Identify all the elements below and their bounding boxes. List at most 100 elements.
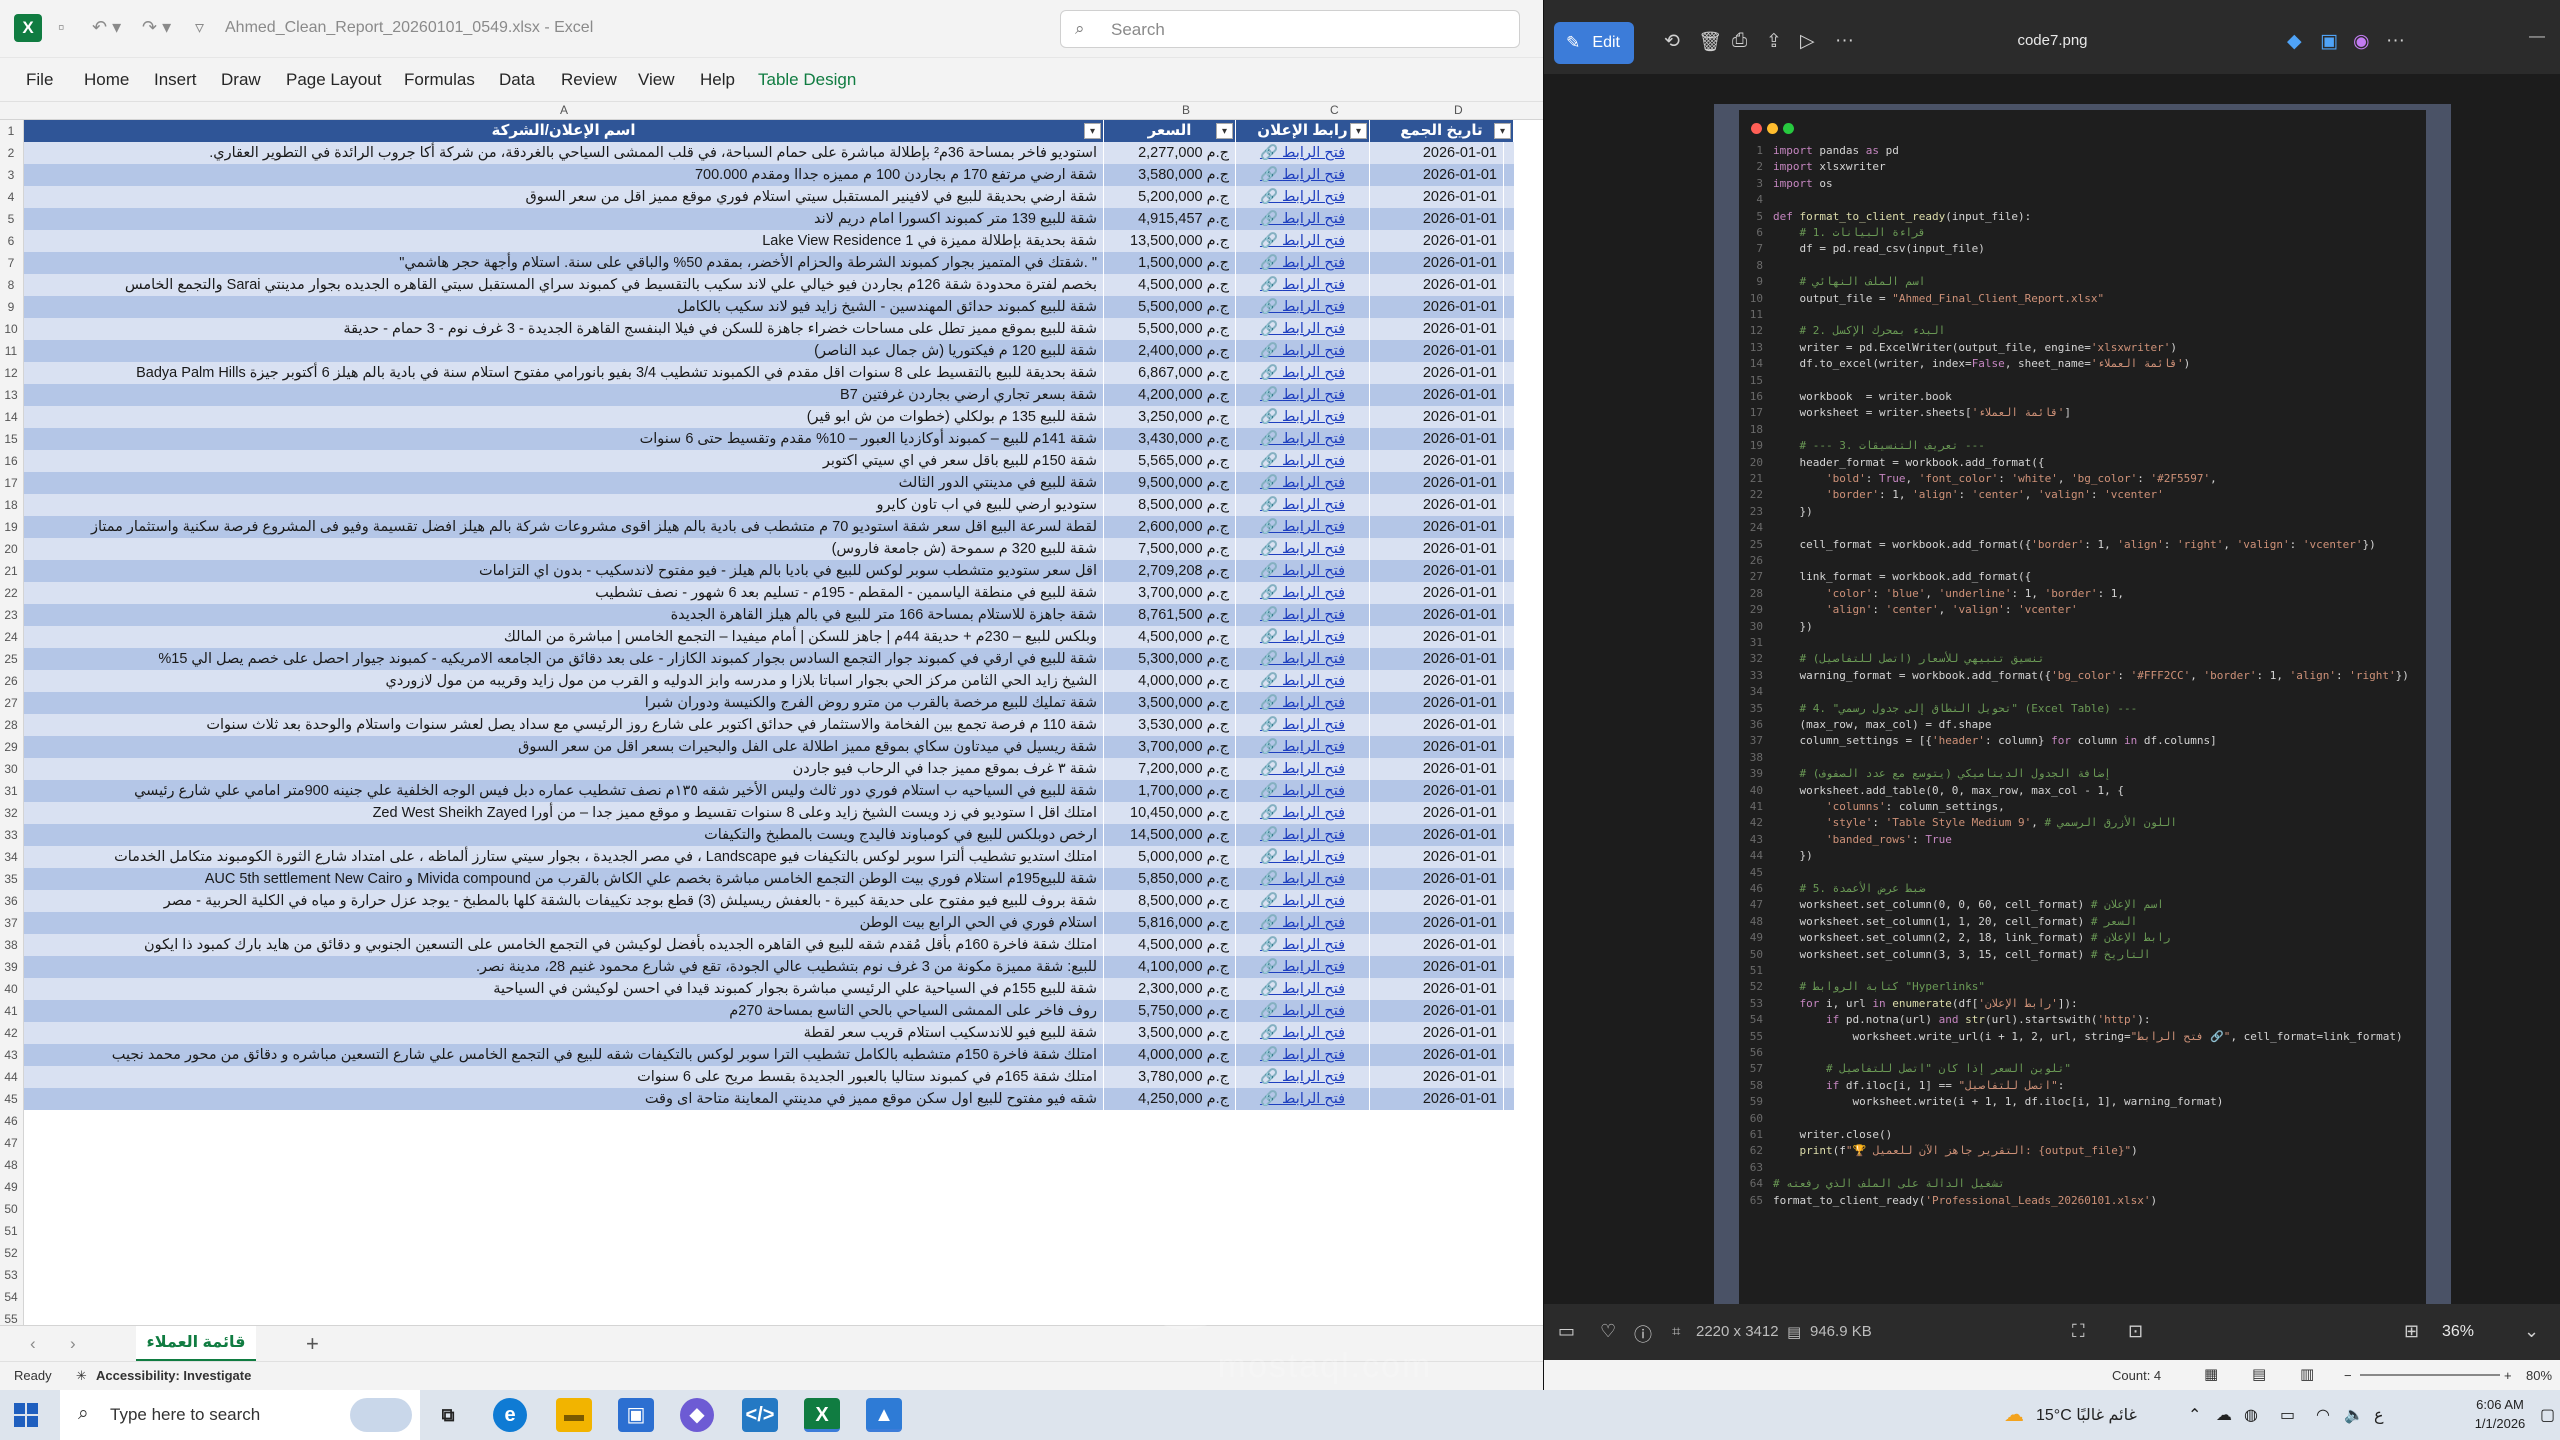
column-header-d[interactable]: D	[1454, 103, 1463, 117]
row-number[interactable]: 53	[0, 1268, 22, 1282]
table-row[interactable]: شقه فيو مفتوح للبيع اول سكن موقع مميز في…	[24, 1088, 1514, 1110]
cell-date[interactable]: 2026-01-01	[1370, 868, 1504, 890]
cell-hyperlink[interactable]: 🔗 فتح الرابط	[1236, 472, 1370, 494]
favorite-icon[interactable]: ♡	[1600, 1321, 1616, 1342]
actual-size-icon[interactable]: ⛶	[2072, 1321, 2085, 1342]
table-row[interactable]: شقة للبيع في ارقي في كمبوند جوار التجمع …	[24, 648, 1514, 670]
tab-file[interactable]: File	[26, 70, 53, 90]
cell-price[interactable]: 3,530,000 ج.م	[1104, 714, 1236, 736]
table-row[interactable]: شقة بحديقة للبيع بالتقسيط على 8 سنوات اق…	[24, 362, 1514, 384]
table-row[interactable]: شقة بروف للبيع فيو مفتوح على حديقة كبيرة…	[24, 890, 1514, 912]
row-number[interactable]: 42	[0, 1026, 22, 1040]
weather-text[interactable]: 15°C غائم غالبًا	[2036, 1405, 2137, 1425]
column-header-a[interactable]: A	[560, 103, 568, 117]
clock[interactable]: 6:06 AM 1/1/2026	[2460, 1395, 2540, 1433]
column-header-c[interactable]: C	[1330, 103, 1339, 117]
cell-date[interactable]: 2026-01-01	[1370, 758, 1504, 780]
photos-taskbar-icon[interactable]: ▲	[866, 1398, 902, 1432]
cell-listing-title[interactable]: بخصم لفترة محدودة شقة 126م بجاردن فيو خي…	[24, 274, 1104, 296]
cell-listing-title[interactable]: الشيخ زايد الحي الثامن مركز الحي بجوار ا…	[24, 670, 1104, 692]
cell-price[interactable]: 2,300,000 ج.م	[1104, 978, 1236, 1000]
header-cell-link[interactable]: رابط الإعلان ▾	[1236, 120, 1370, 142]
row-number[interactable]: 34	[0, 850, 22, 864]
redo-icon[interactable]: ↷ ▾	[142, 17, 171, 38]
network-tray-icon[interactable]: ◍	[2244, 1405, 2258, 1425]
table-row[interactable]: امتلك شقة فاخرة 160م بأقل مُقدم شقه للبي…	[24, 934, 1514, 956]
cell-date[interactable]: 2026-01-01	[1370, 142, 1504, 164]
add-sheet-icon[interactable]: +	[306, 1331, 319, 1357]
cell-price[interactable]: 4,500,000 ج.م	[1104, 626, 1236, 648]
table-row[interactable]: امتلك استديو تشطيب ألترا سوبر لوكس بالتك…	[24, 846, 1514, 868]
cell-price[interactable]: 4,200,000 ج.م	[1104, 384, 1236, 406]
excel-search-box[interactable]: ⌕ Search	[1060, 10, 1520, 48]
column-header-b[interactable]: B	[1182, 103, 1190, 117]
filmstrip-icon[interactable]: ▭	[1558, 1321, 1575, 1342]
row-number[interactable]: 36	[0, 894, 22, 908]
cell-listing-title[interactable]: للبيع: شقة مميزة مكونة من 3 غرف نوم بتشط…	[24, 956, 1104, 978]
cell-hyperlink[interactable]: 🔗 فتح الرابط	[1236, 868, 1370, 890]
cell-listing-title[interactable]: شقة بسعر تجاري ارضي بجاردن غرفتين B7	[24, 384, 1104, 406]
page-break-view-icon[interactable]: ▥	[2300, 1365, 2314, 1383]
cell-hyperlink[interactable]: 🔗 فتح الرابط	[1236, 142, 1370, 164]
chevron-down-icon[interactable]: ⌄	[2524, 1321, 2539, 1342]
vscode-icon[interactable]: </>	[742, 1398, 778, 1432]
cell-listing-title[interactable]: ارخص دوبلكس للبيع في كومباوند فاليدج ويس…	[24, 824, 1104, 846]
table-row[interactable]: شقة للبيع بموقع مميز تطل على مساحات خضرا…	[24, 318, 1514, 340]
filter-dropdown-icon[interactable]: ▾	[1494, 123, 1511, 139]
row-number[interactable]: 55	[0, 1312, 22, 1326]
cell-hyperlink[interactable]: 🔗 فتح الرابط	[1236, 318, 1370, 340]
row-number[interactable]: 43	[0, 1048, 22, 1062]
cell-date[interactable]: 2026-01-01	[1370, 934, 1504, 956]
cell-price[interactable]: 13,500,000 ج.م	[1104, 230, 1236, 252]
cell-hyperlink[interactable]: 🔗 فتح الرابط	[1236, 450, 1370, 472]
cell-listing-title[interactable]: شقة ارضي بحديقة للبيع في لافينير المستقب…	[24, 186, 1104, 208]
zoom-fit-icon[interactable]: ⊞	[2404, 1321, 2419, 1342]
table-row[interactable]: " .شقتك في المتميز بجوار كمبوند الشرطة و…	[24, 252, 1514, 274]
cell-date[interactable]: 2026-01-01	[1370, 648, 1504, 670]
undo-icon[interactable]: ↶ ▾	[92, 17, 121, 38]
cell-price[interactable]: 2,277,000 ج.م	[1104, 142, 1236, 164]
cell-date[interactable]: 2026-01-01	[1370, 670, 1504, 692]
row-number[interactable]: 45	[0, 1092, 22, 1106]
table-row[interactable]: شقة للبيع 139 متر كمبوند اكسورا امام دري…	[24, 208, 1514, 230]
table-row[interactable]: استوديو فاخر بمساحة 36م² بإطلالة مباشرة …	[24, 142, 1514, 164]
table-row[interactable]: شقة للبيع في السياحيه ب استلام فوري دور …	[24, 780, 1514, 802]
row-number[interactable]: 7	[0, 256, 22, 270]
accessibility-status[interactable]: Accessibility: Investigate	[96, 1368, 251, 1383]
cell-price[interactable]: 3,580,000 ج.م	[1104, 164, 1236, 186]
customize-qat-icon[interactable]: ▿	[195, 17, 204, 38]
row-number[interactable]: 54	[0, 1290, 22, 1304]
copilot-icon[interactable]: ◆	[2287, 30, 2302, 53]
tab-formulas[interactable]: Formulas	[404, 70, 475, 90]
cell-listing-title[interactable]: امتلك استديو تشطيب ألترا سوبر لوكس بالتك…	[24, 846, 1104, 868]
excel-taskbar-icon[interactable]: X	[804, 1398, 840, 1432]
cell-date[interactable]: 2026-01-01	[1370, 846, 1504, 868]
tab-table-design[interactable]: Table Design	[758, 70, 856, 90]
row-number[interactable]: 30	[0, 762, 22, 776]
row-number[interactable]: 31	[0, 784, 22, 798]
tab-help[interactable]: Help	[700, 70, 735, 90]
copilot-taskbar-icon[interactable]: ◆	[680, 1398, 714, 1432]
cell-hyperlink[interactable]: 🔗 فتح الرابط	[1236, 692, 1370, 714]
cell-hyperlink[interactable]: 🔗 فتح الرابط	[1236, 1000, 1370, 1022]
cell-date[interactable]: 2026-01-01	[1370, 802, 1504, 824]
cell-date[interactable]: 2026-01-01	[1370, 252, 1504, 274]
row-number[interactable]: 6	[0, 234, 22, 248]
cell-price[interactable]: 5,565,000 ج.م	[1104, 450, 1236, 472]
table-row[interactable]: شقة للبيع 320 م سموحة (ش جامعة فاروس) 7,5…	[24, 538, 1514, 560]
cell-price[interactable]: 7,200,000 ج.م	[1104, 758, 1236, 780]
cell-price[interactable]: 1,500,000 ج.م	[1104, 252, 1236, 274]
cell-hyperlink[interactable]: 🔗 فتح الرابط	[1236, 164, 1370, 186]
row-number[interactable]: 19	[0, 520, 22, 534]
cell-date[interactable]: 2026-01-01	[1370, 428, 1504, 450]
cell-price[interactable]: 8,500,000 ج.م	[1104, 494, 1236, 516]
chevron-up-icon[interactable]: ⌃	[2188, 1405, 2201, 1425]
zoom-level[interactable]: 36%	[2442, 1323, 2474, 1341]
row-number[interactable]: 5	[0, 212, 22, 226]
cell-date[interactable]: 2026-01-01	[1370, 318, 1504, 340]
cell-date[interactable]: 2026-01-01	[1370, 274, 1504, 296]
cell-listing-title[interactable]: شقة تمليك للبيع مرخصة بالقرب من مترو روض…	[24, 692, 1104, 714]
row-number[interactable]: 27	[0, 696, 22, 710]
cell-date[interactable]: 2026-01-01	[1370, 164, 1504, 186]
table-row[interactable]: شقة 110 م فرصة تجمع بين الفخامة والاستثم…	[24, 714, 1514, 736]
